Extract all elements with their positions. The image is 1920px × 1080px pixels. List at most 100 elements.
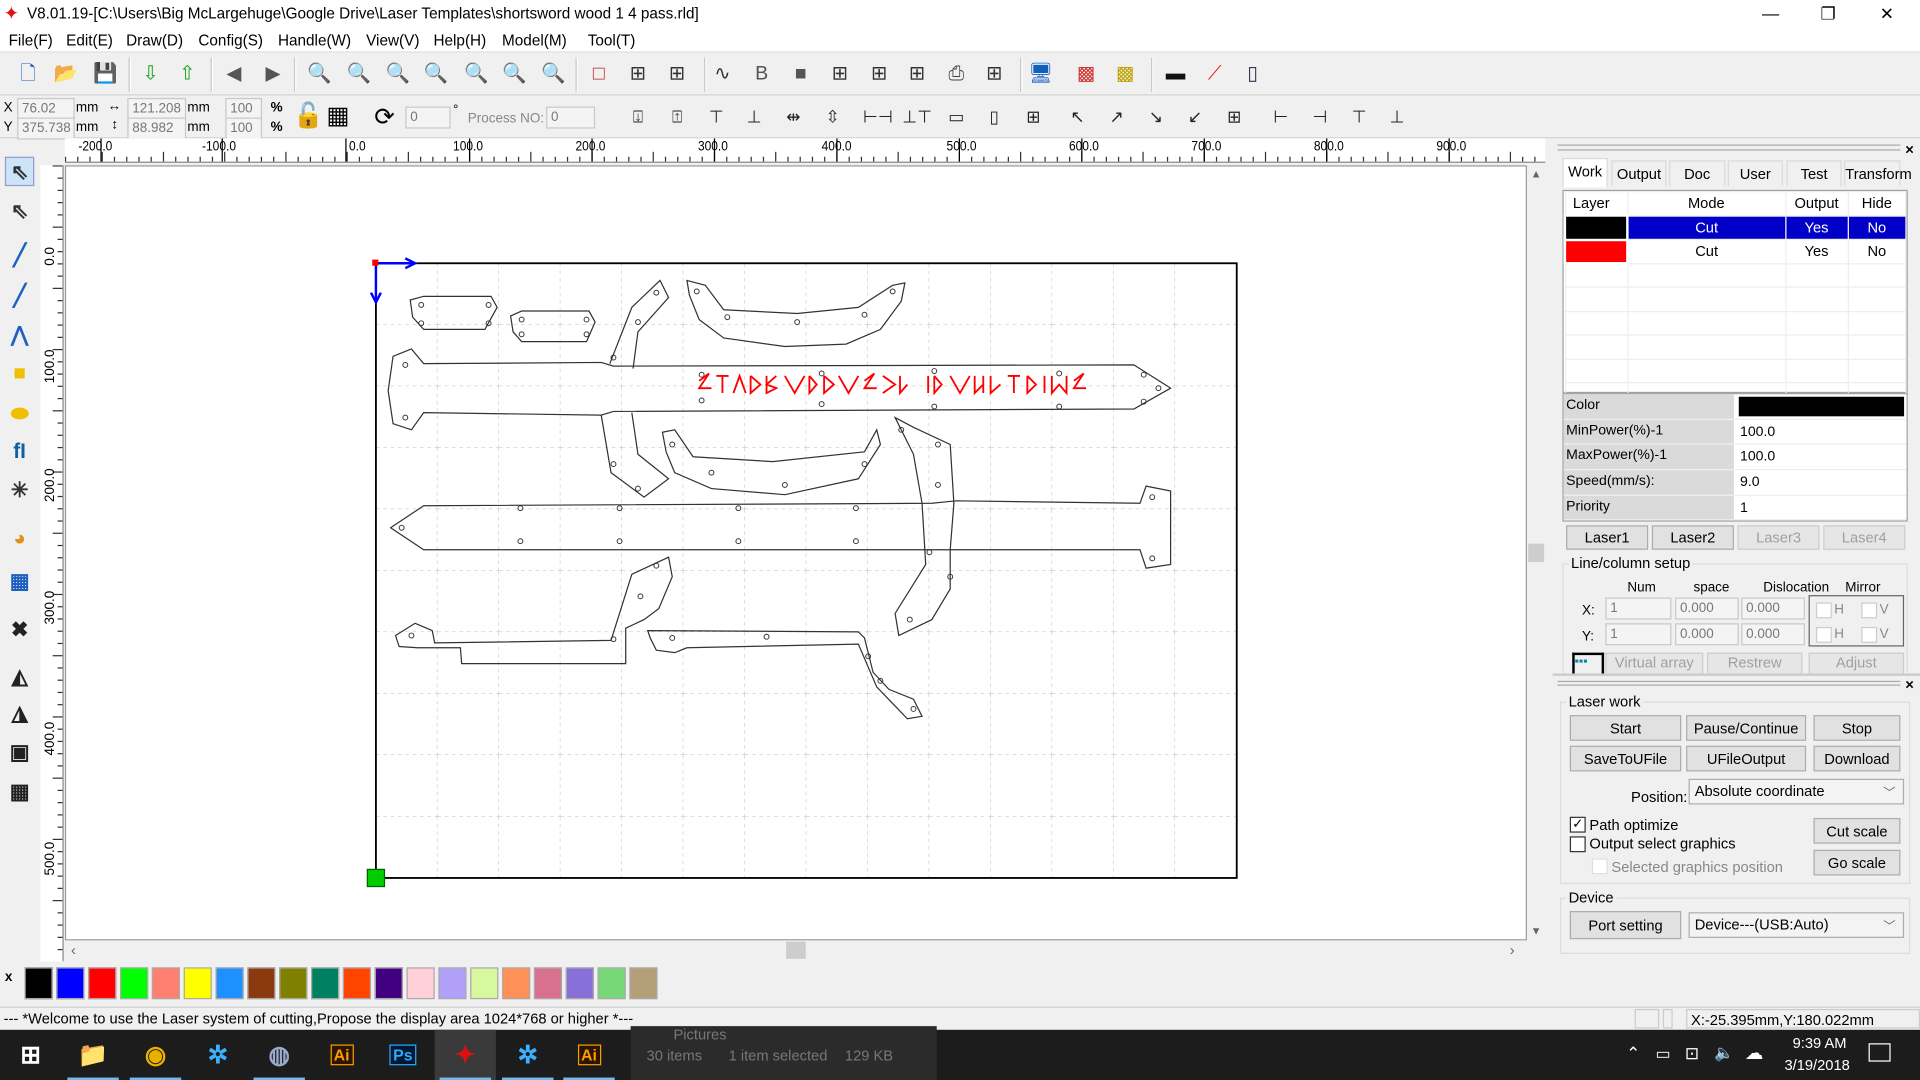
palette-swatch[interactable] <box>597 967 626 1000</box>
palette-swatch[interactable] <box>533 967 563 1000</box>
palette-swatch[interactable] <box>279 967 308 1000</box>
zoom-all-icon[interactable]: 🔍 <box>500 60 529 89</box>
select-arrow-icon[interactable]: ⇖ <box>4 156 35 187</box>
corner-bl-icon[interactable]: ↙ <box>1180 102 1209 131</box>
zoom-pan-icon[interactable]: 🔍 <box>305 60 334 89</box>
selected-pos-checkbox[interactable] <box>1591 858 1608 875</box>
corner-tr-icon[interactable]: ↗ <box>1102 102 1131 131</box>
palette-grid-icon[interactable]: ▩ <box>1071 60 1100 89</box>
monitor-icon[interactable]: 🖥 <box>1026 60 1055 89</box>
data-icon[interactable]: ⊞ <box>980 60 1009 89</box>
menu-view[interactable]: View(V) <box>366 32 419 49</box>
camera-icon[interactable]: ▬ <box>1161 60 1190 89</box>
volume-icon[interactable]: 🔈 <box>1714 1043 1734 1063</box>
select-frame-icon[interactable]: □ <box>584 60 613 89</box>
palette-swatch[interactable] <box>24 967 53 1000</box>
panel-close-icon[interactable]: × <box>1905 141 1914 158</box>
layer-output[interactable]: Yes <box>1784 214 1849 240</box>
save-icon[interactable]: 💾 <box>91 60 120 89</box>
rectangle-icon[interactable]: ■ <box>5 358 34 387</box>
array-icon[interactable]: ⊞ <box>825 60 854 89</box>
flip-v-icon[interactable]: ⇳ <box>818 102 847 131</box>
battlenet2-icon[interactable]: ✲ <box>497 1030 558 1080</box>
tab-user[interactable]: User <box>1727 160 1783 187</box>
drawing-canvas[interactable] <box>64 165 1527 941</box>
mirror-y-v-checkbox[interactable] <box>1861 626 1878 643</box>
laser4-button[interactable]: Laser4 <box>1823 525 1906 550</box>
rotation-input[interactable]: 0 <box>405 106 451 129</box>
ufile-output-button[interactable]: UFileOutput <box>1686 745 1807 772</box>
text-icon[interactable]: fI <box>5 436 34 465</box>
bitmap-icon[interactable]: B <box>747 60 776 89</box>
y-space-input[interactable]: 0.000 <box>1675 623 1739 646</box>
palette-swatch[interactable] <box>120 967 149 1000</box>
onedrive-icon[interactable]: ☁ <box>1745 1042 1763 1064</box>
tab-work[interactable]: Work <box>1562 157 1608 188</box>
scroll-up-icon[interactable]: ▲ <box>1531 168 1542 180</box>
scale-y-input[interactable]: 100 <box>225 117 263 140</box>
pause-continue-button[interactable]: Pause/Continue <box>1686 715 1807 741</box>
space-v-icon[interactable]: ⊥⊤ <box>902 102 932 131</box>
zoom-select-icon[interactable]: 🔍 <box>539 60 568 89</box>
tray-overflow-icon[interactable]: ⌃ <box>1626 1043 1640 1064</box>
ellipse-icon[interactable]: ⬬ <box>5 398 34 427</box>
open-folder-icon[interactable]: 📂 <box>51 60 80 89</box>
align-left-edge-icon[interactable]: ⊢ <box>1266 102 1295 131</box>
mirror-x-v-checkbox[interactable] <box>1861 602 1878 619</box>
layer-row[interactable]: Cut Yes No <box>1563 214 1907 241</box>
minimize-button[interactable]: — <box>1742 0 1798 28</box>
align-right-edge-icon[interactable]: ⊣ <box>1305 102 1334 131</box>
tab-test[interactable]: Test <box>1786 160 1842 187</box>
menu-draw[interactable]: Draw(D) <box>126 32 183 49</box>
path-optimize-checkbox[interactable]: ✓ <box>1569 816 1586 833</box>
layer-color-swatch[interactable] <box>1563 238 1629 265</box>
menu-handle[interactable]: Handle(W) <box>278 32 351 49</box>
illustrator-icon[interactable]: Ai <box>311 1030 372 1080</box>
property-value[interactable]: 1 <box>1736 496 1906 520</box>
horizontal-scroll-thumb[interactable] <box>786 941 806 959</box>
tab-output[interactable]: Output <box>1611 160 1667 187</box>
panel-grip[interactable] <box>1557 144 1901 151</box>
align-hcenter-icon[interactable]: ⊥ <box>740 102 769 131</box>
steam-icon[interactable]: ◍ <box>249 1030 310 1080</box>
align-top-edge-icon[interactable]: ⊤ <box>1344 102 1373 131</box>
layer-color-value[interactable] <box>1738 396 1905 417</box>
port-setting-button[interactable]: Port setting <box>1569 911 1682 940</box>
y-dislocation-input[interactable]: 0.000 <box>1741 623 1805 646</box>
align-bottom-edge-icon[interactable]: ⊥ <box>1382 102 1411 131</box>
stop-button[interactable]: Stop <box>1813 715 1901 741</box>
align-bottom-icon[interactable]: ⍐ <box>662 102 691 131</box>
export-icon[interactable]: ⇧ <box>173 60 202 89</box>
menu-file[interactable]: File(F) <box>9 32 53 49</box>
curve-smooth-icon[interactable]: ⊞ <box>662 60 691 89</box>
menu-config[interactable]: Config(S) <box>198 32 263 49</box>
process-no-input[interactable]: 0 <box>546 106 596 129</box>
corner-tl-icon[interactable]: ↖ <box>1063 102 1092 131</box>
menu-edit[interactable]: Edit(E) <box>66 32 113 49</box>
network-icon[interactable]: ⊡ <box>1685 1043 1699 1064</box>
layer-mode[interactable]: Cut <box>1626 214 1786 240</box>
flip-h-icon[interactable]: ⇹ <box>779 102 808 131</box>
align-icon[interactable]: ⊞ <box>864 60 893 89</box>
layer-hide[interactable]: No <box>1847 214 1907 240</box>
zoom-page-icon[interactable]: 🔍 <box>421 60 450 89</box>
scroll-right-icon[interactable]: › <box>1510 942 1515 959</box>
device-select[interactable]: Device---(USB:Auto) ﹀ <box>1688 912 1905 938</box>
mirror-y-h-checkbox[interactable] <box>1815 626 1832 643</box>
rotate-icon[interactable]: ⟳ <box>370 103 399 132</box>
vertical-scroll-thumb[interactable] <box>1528 543 1545 563</box>
laser3-button[interactable]: Laser3 <box>1737 525 1820 550</box>
height-input[interactable]: 88.982 <box>127 117 187 140</box>
tab-transform[interactable]: Transform <box>1844 160 1912 187</box>
menu-help[interactable]: Help(H) <box>433 32 486 49</box>
clock-date[interactable]: 3/19/2018 <box>1776 1057 1859 1074</box>
layer-hide[interactable]: No <box>1847 238 1907 264</box>
palette-swatch[interactable] <box>629 967 658 1000</box>
property-value[interactable]: 100.0 <box>1736 445 1906 469</box>
x-dislocation-input[interactable]: 0.000 <box>1741 597 1805 620</box>
palette-swatch[interactable] <box>151 967 181 1000</box>
property-value[interactable]: 100.0 <box>1736 420 1906 444</box>
mirror-v-icon[interactable]: ◮ <box>5 698 34 727</box>
grid-array-icon[interactable]: ▦ <box>5 566 34 595</box>
restore-button[interactable]: ❐ <box>1800 0 1856 28</box>
